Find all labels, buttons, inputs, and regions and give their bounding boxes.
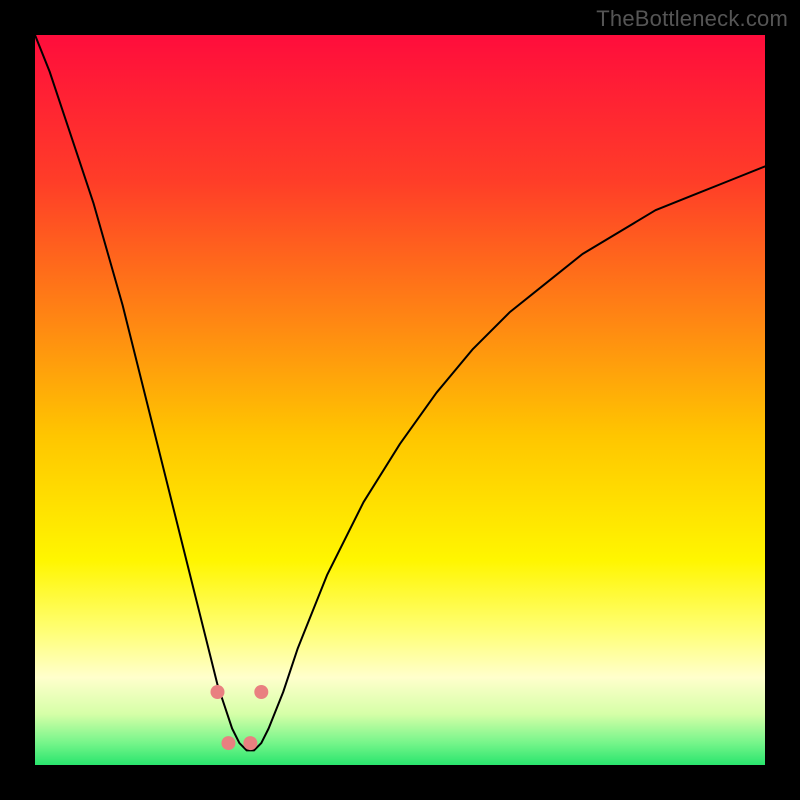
plot-area <box>35 35 765 765</box>
marker-valley-left <box>211 685 225 699</box>
marker-valley-bottom-right <box>243 736 257 750</box>
watermark-text: TheBottleneck.com <box>596 6 788 32</box>
marker-valley-bottom-left <box>221 736 235 750</box>
chart-frame: TheBottleneck.com <box>0 0 800 800</box>
marker-valley-right <box>254 685 268 699</box>
chart-svg <box>35 35 765 765</box>
